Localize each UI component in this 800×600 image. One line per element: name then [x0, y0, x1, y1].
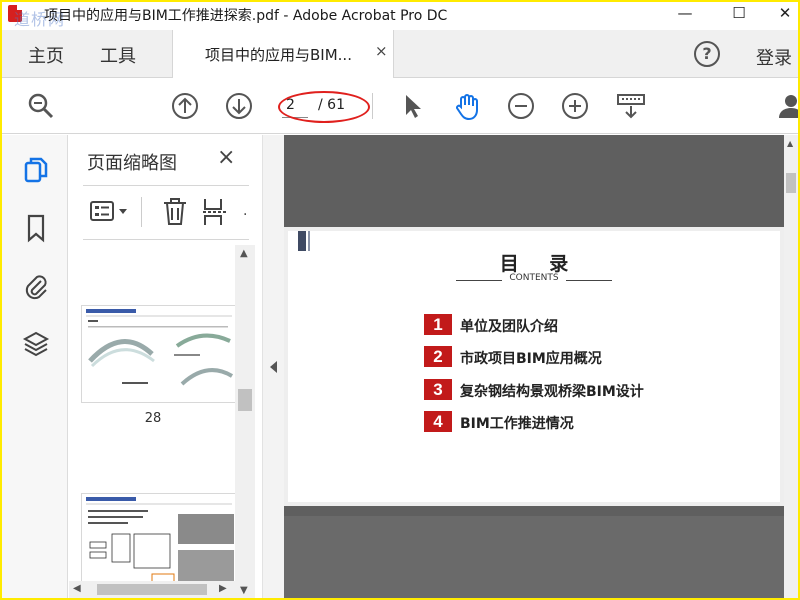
hscrollbar-thumb[interactable]	[97, 584, 207, 595]
user-icon[interactable]	[776, 91, 798, 121]
scroll-right-arrow[interactable]: ▶	[219, 583, 227, 594]
toc-item-number: 2	[424, 346, 452, 367]
title-bar: 道桥网 项目中的应用与BIM工作推进探索.pdf - Adobe Acrobat…	[2, 2, 798, 29]
previous-page-area	[284, 135, 784, 227]
help-button[interactable]: ?	[694, 41, 720, 67]
toc-title: 目 录	[499, 253, 581, 275]
scroll-left-arrow[interactable]: ◀	[73, 583, 81, 594]
page-thumbnail-28[interactable]	[81, 305, 235, 403]
login-button[interactable]: 登录	[756, 44, 792, 70]
close-tab-button[interactable]: ×	[375, 42, 388, 60]
thumbnail-preview	[86, 309, 234, 386]
toc-item-text: 单位及团队介绍	[460, 319, 558, 335]
thumbnail-page-label: 28	[144, 411, 162, 426]
document-scrollbar[interactable]: ▲	[784, 135, 798, 598]
thumbnail-options-icon[interactable]	[89, 199, 133, 225]
thumbnails-panel: 页面缩略图 × . 28 ▲ ▼ ◀ ▶	[69, 135, 262, 598]
toc-rule-right	[566, 280, 612, 281]
page-thumbnails-icon[interactable]	[22, 155, 50, 185]
tab-document[interactable]: 项目中的应用与BIM... ×	[172, 30, 394, 78]
toc-item-text: 复杂钢结构景观桥梁BIM设计	[460, 384, 644, 400]
acrobat-window: 道桥网 项目中的应用与BIM工作推进探索.pdf - Adobe Acrobat…	[2, 2, 798, 598]
tab-tools[interactable]: 工具	[100, 42, 136, 68]
toc-subtitle: CONTENTS	[509, 273, 559, 283]
page-corner-mark-thin	[308, 231, 310, 251]
page-up-icon[interactable]	[170, 91, 200, 121]
doc-scroll-up-arrow[interactable]: ▲	[787, 139, 793, 148]
zoom-in-icon[interactable]	[560, 91, 590, 121]
toc-item-number: 3	[424, 379, 452, 400]
attachment-icon[interactable]	[22, 271, 50, 301]
panel-close-button[interactable]: ×	[217, 145, 235, 170]
panel-collapse-strip[interactable]	[262, 135, 284, 598]
select-arrow-icon[interactable]	[398, 91, 428, 121]
maximize-button[interactable]: ☐	[716, 2, 762, 26]
page-gap	[284, 506, 784, 516]
document-tab-label: 项目中的应用与BIM...	[205, 46, 352, 64]
thumbnail-list: 28	[69, 245, 235, 598]
window-title: 项目中的应用与BIM工作推进探索.pdf - Adobe Acrobat Pro…	[44, 8, 448, 24]
more-tools-icon[interactable]: .	[243, 203, 247, 219]
delete-page-icon[interactable]	[161, 197, 189, 227]
layers-icon[interactable]	[22, 329, 50, 359]
keyboard-icon[interactable]	[616, 91, 646, 121]
close-window-button[interactable]: ✕	[762, 2, 798, 26]
zoom-out-icon[interactable]	[506, 91, 536, 121]
extract-pages-icon[interactable]	[201, 197, 229, 227]
bookmark-icon[interactable]	[22, 213, 50, 243]
scrollbar-thumb[interactable]	[238, 389, 252, 411]
toc-item-text: BIM工作推进情况	[460, 416, 574, 432]
panel-tool-divider	[141, 197, 142, 227]
scroll-up-arrow[interactable]: ▲	[240, 248, 248, 259]
page-corner-mark	[298, 231, 306, 251]
toc-item-number: 1	[424, 314, 452, 335]
doc-scrollbar-thumb[interactable]	[786, 173, 796, 193]
left-rail	[2, 135, 68, 598]
panel-title: 页面缩略图	[87, 153, 177, 174]
toc-item-number: 4	[424, 411, 452, 432]
thumbnail-hscrollbar[interactable]: ◀ ▶	[69, 581, 235, 598]
tab-home[interactable]: 主页	[28, 42, 64, 68]
panel-toolbar: .	[69, 193, 262, 233]
toolbar-divider	[372, 93, 373, 119]
panel-divider-2	[83, 239, 249, 240]
toc-item-text: 市政项目BIM应用概况	[460, 351, 602, 367]
thumbnail-scrollbar[interactable]: ▲ ▼	[235, 245, 255, 598]
search-icon[interactable]	[26, 91, 56, 121]
pdf-page-content: 目 录 CONTENTS 1 单位及团队介绍 2 市政项目BIM应用概况 3 复…	[288, 231, 780, 502]
document-view[interactable]: 目 录 CONTENTS 1 单位及团队介绍 2 市政项目BIM应用概况 3 复…	[284, 135, 798, 598]
top-nav: 主页 工具 项目中的应用与BIM... × ? 登录	[2, 30, 798, 78]
hand-tool-icon[interactable]	[452, 91, 482, 121]
highlight-ellipse	[278, 91, 370, 123]
panel-divider	[83, 185, 249, 186]
pdf-page: 目 录 CONTENTS 1 单位及团队介绍 2 市政项目BIM应用概况 3 复…	[284, 227, 784, 506]
page-down-icon[interactable]	[224, 91, 254, 121]
scroll-down-arrow[interactable]: ▼	[240, 585, 248, 596]
minimize-button[interactable]: —	[662, 2, 708, 26]
page-number-field[interactable]: 2 / 61	[278, 91, 370, 123]
collapse-arrow-icon[interactable]	[270, 361, 277, 373]
toolbar: 2 / 61	[2, 79, 798, 134]
